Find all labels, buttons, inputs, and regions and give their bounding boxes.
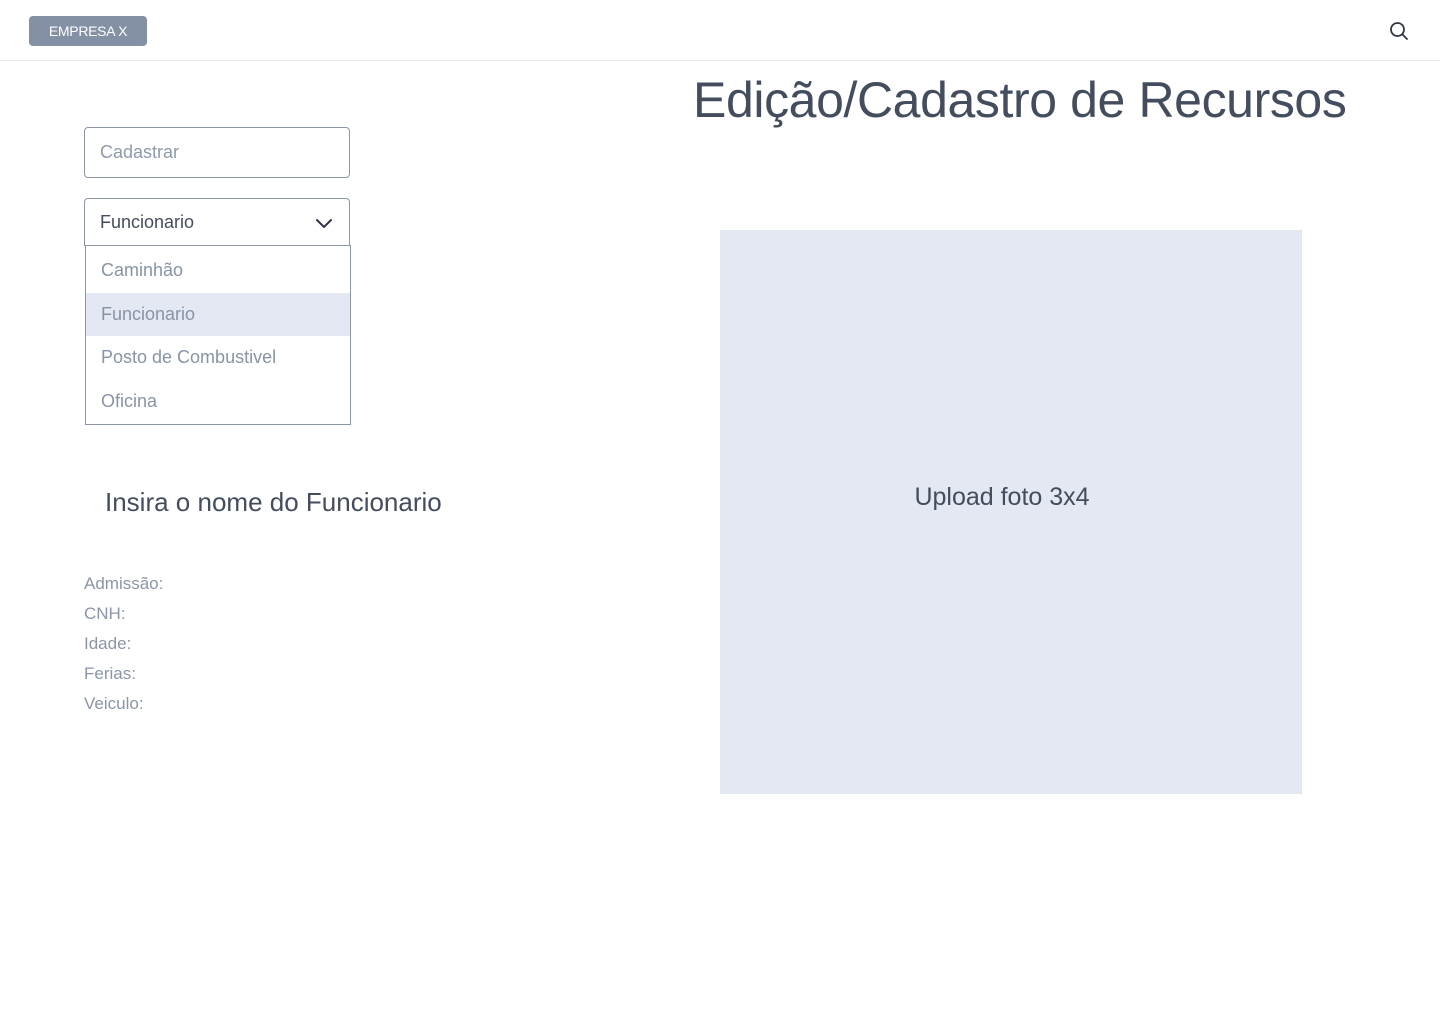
option-oficina[interactable]: Oficina	[86, 380, 350, 424]
detail-cnh: CNH:	[84, 604, 126, 623]
page: EMPRESA X Edição/Cadastro de Recursos Fu…	[0, 0, 1440, 1024]
detail-veiculo: Veiculo:	[84, 694, 144, 713]
resource-type-dropdown: Caminhão Funcionario Posto de Combustive…	[85, 245, 351, 425]
top-bar: EMPRESA X	[0, 0, 1440, 61]
search-button[interactable]	[1387, 19, 1411, 43]
register-input[interactable]	[84, 127, 350, 178]
page-title: Edição/Cadastro de Recursos	[693, 72, 1347, 128]
resource-type-select[interactable]: Funcionario	[84, 198, 350, 246]
option-funcionario[interactable]: Funcionario	[86, 292, 350, 336]
upload-label: Upload foto 3x4	[914, 482, 1090, 511]
option-posto-de-combustivel[interactable]: Posto de Combustivel	[86, 336, 350, 380]
select-value: Funcionario	[100, 212, 195, 232]
employee-name-prompt[interactable]: Insira o nome do Funcionario	[105, 485, 442, 519]
photo-upload-area[interactable]: Upload foto 3x4	[720, 230, 1302, 794]
option-caminhao[interactable]: Caminhão	[86, 249, 350, 293]
detail-admissao: Admissão:	[84, 574, 164, 593]
detail-ferias: Ferias:	[84, 664, 136, 683]
chevron-down-icon	[314, 213, 334, 233]
employee-details: Admissão: CNH: Idade: Ferias: Veiculo:	[84, 569, 163, 719]
search-icon	[1390, 22, 1408, 40]
company-badge[interactable]: EMPRESA X	[29, 16, 147, 46]
detail-idade: Idade:	[84, 634, 132, 653]
